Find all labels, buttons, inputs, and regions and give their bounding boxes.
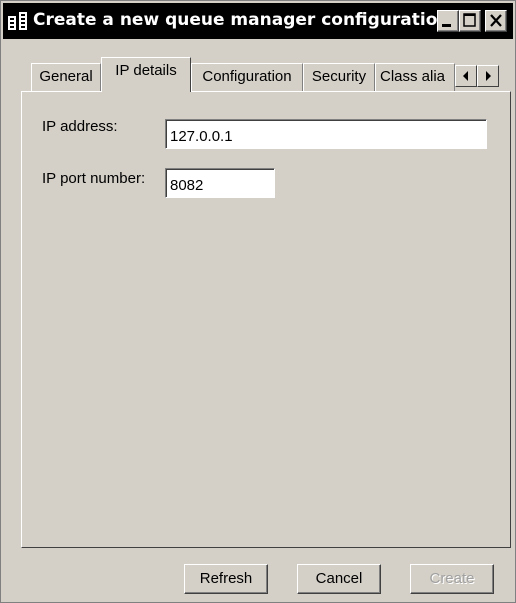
arrow-right-icon	[486, 71, 491, 81]
ip-details-panel: IP address: IP port number:	[21, 91, 511, 548]
tab-configuration[interactable]: Configuration	[191, 63, 303, 91]
ip-address-label: IP address:	[42, 118, 118, 135]
create-button[interactable]: Create	[410, 564, 494, 594]
title-bar[interactable]: Create a new queue manager configuration	[3, 3, 513, 39]
tab-security[interactable]: Security	[303, 63, 375, 91]
minimize-icon	[442, 24, 451, 27]
tab-general[interactable]: General	[31, 63, 101, 91]
dialog-window: Create a new queue manager configuration…	[0, 0, 516, 603]
queue-manager-icon	[7, 11, 29, 31]
tab-scroll-right-button[interactable]	[477, 65, 499, 87]
port-field[interactable]	[165, 168, 275, 198]
tab-class-alias[interactable]: Class alia	[375, 63, 455, 91]
close-button[interactable]	[485, 10, 507, 32]
window-title: Create a new queue manager configuration	[33, 10, 450, 30]
tab-strip: General IP details Configuration Securit…	[21, 57, 501, 92]
cancel-button[interactable]: Cancel	[297, 564, 381, 594]
minimize-button[interactable]	[437, 10, 459, 32]
ip-address-field[interactable]	[165, 119, 487, 149]
arrow-left-icon	[463, 71, 468, 81]
maximize-icon	[463, 13, 476, 27]
refresh-button[interactable]: Refresh	[184, 564, 268, 594]
tab-scroll-left-button[interactable]	[455, 65, 477, 87]
maximize-button[interactable]	[459, 10, 481, 32]
port-label: IP port number:	[42, 170, 146, 187]
tab-ip-details[interactable]: IP details	[101, 57, 191, 92]
close-icon	[490, 14, 502, 27]
